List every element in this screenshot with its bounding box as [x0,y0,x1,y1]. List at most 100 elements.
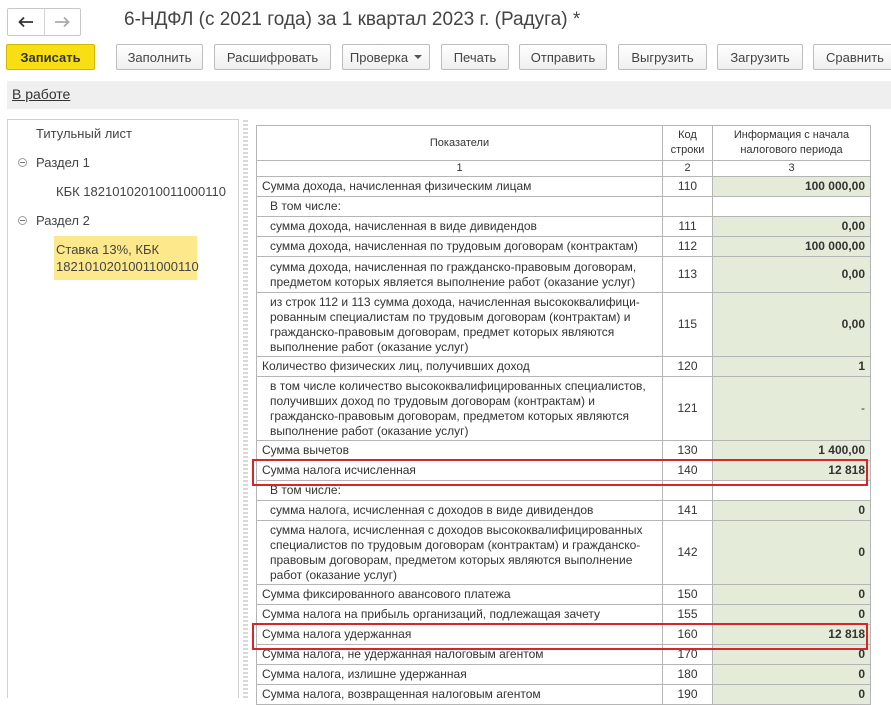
row-label: сумма дохода, начисленная в виде дивиден… [256,216,663,237]
row-value[interactable]: - [712,376,871,441]
decode-button[interactable]: Расшифровать [214,44,331,70]
print-button[interactable]: Печать [441,44,509,70]
import-button[interactable]: Загрузить [717,44,803,70]
row-label: сумма дохода, начисленная по трудовым до… [256,236,663,257]
table-row: Сумма вычетов 130 1 400,00 [256,440,871,461]
row-value[interactable]: 1 [712,356,871,377]
window-title: 6-НДФЛ (с 2021 года) за 1 квартал 2023 г… [124,9,581,30]
row-label: сумма налога, исчисленная с доходов высо… [256,520,663,585]
fill-button[interactable]: Заполнить [116,44,203,70]
row-value[interactable]: 0,00 [712,216,871,237]
table-row: Сумма налога исчисленная 140 12 818 [256,460,871,481]
panel-splitter[interactable] [243,119,248,698]
row-code: 112 [662,236,713,257]
header-info: Информация с начала налогового периода [712,125,871,161]
row-label: из строк 112 и 113 сумма дохода, начисле… [256,292,663,357]
table-row: Сумма налога удержанная 160 12 818 [256,624,871,645]
table-row: сумма дохода, начисленная по гражданско-… [256,256,871,293]
title-bar: 6-НДФЛ (с 2021 года) за 1 квартал 2023 г… [0,0,891,42]
forward-arrow-icon[interactable] [43,9,81,35]
row-label: Сумма фиксированного авансового платежа [256,584,663,605]
row-value[interactable]: 12 818 [712,624,871,645]
row-value[interactable]: 0 [712,584,871,605]
header-indicators: Показатели [256,125,663,161]
table-row: из строк 112 и 113 сумма дохода, начисле… [256,292,871,357]
check-dropdown-button[interactable]: Проверка [342,44,430,70]
collapse-icon[interactable] [18,158,27,167]
table-row: Количество физических лиц, получивших до… [256,356,871,377]
status-link[interactable]: В работе [12,86,70,102]
row-code: 140 [662,460,713,481]
header-code: Код строки [662,125,713,161]
row-label: Сумма дохода, начисленная физическим лиц… [256,176,663,197]
row-value[interactable]: 100 000,00 [712,176,871,197]
row-label: Сумма налога удержанная [256,624,663,645]
table-row: Сумма фиксированного авансового платежа … [256,584,871,605]
row-code: 155 [662,604,713,625]
table-row: Сумма налога, возвращенная налоговым аге… [256,684,871,705]
row-code: 170 [662,644,713,665]
row-code: 150 [662,584,713,605]
toolbar: Записать Заполнить Расшифровать Проверка… [0,44,891,72]
row-value-empty [712,196,871,217]
row-value[interactable]: 0 [712,500,871,521]
table-row: сумма налога, исчисленная с доходов высо… [256,520,871,585]
table-row: сумма дохода, начисленная в виде дивиден… [256,216,871,237]
export-button[interactable]: Выгрузить [618,44,707,70]
save-button[interactable]: Записать [6,44,95,70]
sidebar-item-title-page[interactable]: Титульный лист [36,126,132,141]
nav-buttons [7,8,81,36]
row-label: Сумма налога исчисленная [256,460,663,481]
row-code [662,196,713,217]
row-code: 142 [662,520,713,585]
column-number: 1 [256,160,663,177]
send-button[interactable]: Отправить [519,44,607,70]
row-label: Сумма налога, возвращенная налоговым аге… [256,684,663,705]
sidebar-item-section-1[interactable]: Раздел 1 [36,155,90,170]
compare-button[interactable]: Сравнить [813,44,891,70]
row-code: 110 [662,176,713,197]
table-row: Сумма дохода, начисленная физическим лиц… [256,176,871,197]
row-label: в том числе количество высококвалифициро… [256,376,663,441]
table-row: сумма дохода, начисленная по трудовым до… [256,236,871,257]
table-row: Сумма налога, не удержанная налоговым аг… [256,644,871,665]
row-label: сумма дохода, начисленная по гражданско-… [256,256,663,293]
sections-panel: Титульный лист Раздел 1 КБК 182101020100… [7,119,239,698]
sidebar-item-section-2[interactable]: Раздел 2 [36,213,90,228]
row-label: сумма налога, исчисленная с доходов в ви… [256,500,663,521]
row-value[interactable]: 0 [712,520,871,585]
status-bar: В работе [7,81,891,109]
row-code: 130 [662,440,713,461]
report-table: Показатели Код строки Информация с начала… [256,125,871,705]
row-code: 190 [662,684,713,705]
row-value[interactable]: 0,00 [712,256,871,293]
row-value[interactable]: 0,00 [712,292,871,357]
row-value[interactable]: 100 000,00 [712,236,871,257]
row-value[interactable]: 0 [712,664,871,685]
row-value-empty [712,480,871,501]
sidebar-selected-label: Ставка 13%, КБК 18210102010011000110 [56,242,199,274]
row-code: 115 [662,292,713,357]
row-label: Сумма налога, излишне удержанная [256,664,663,685]
row-code: 113 [662,256,713,293]
table-row: В том числе: [256,196,871,217]
row-value[interactable]: 12 818 [712,460,871,481]
table-row: в том числе количество высококвалифициро… [256,376,871,441]
back-arrow-icon[interactable] [8,9,44,35]
table-row: Сумма налога на прибыль организаций, под… [256,604,871,625]
row-value[interactable]: 0 [712,684,871,705]
row-label: Количество физических лиц, получивших до… [256,356,663,377]
sidebar-item-kbk[interactable]: КБК 18210102010011000110 [56,184,226,199]
row-code: 111 [662,216,713,237]
table-row: Сумма налога, излишне удержанная 180 0 [256,664,871,685]
column-number: 2 [662,160,713,177]
table-row: сумма налога, исчисленная с доходов в ви… [256,500,871,521]
row-label: Сумма вычетов [256,440,663,461]
collapse-icon[interactable] [18,216,27,225]
row-label: В том числе: [256,196,663,217]
row-value[interactable]: 1 400,00 [712,440,871,461]
chevron-down-icon [414,55,423,59]
row-code: 141 [662,500,713,521]
row-value[interactable]: 0 [712,604,871,625]
row-value[interactable]: 0 [712,644,871,665]
